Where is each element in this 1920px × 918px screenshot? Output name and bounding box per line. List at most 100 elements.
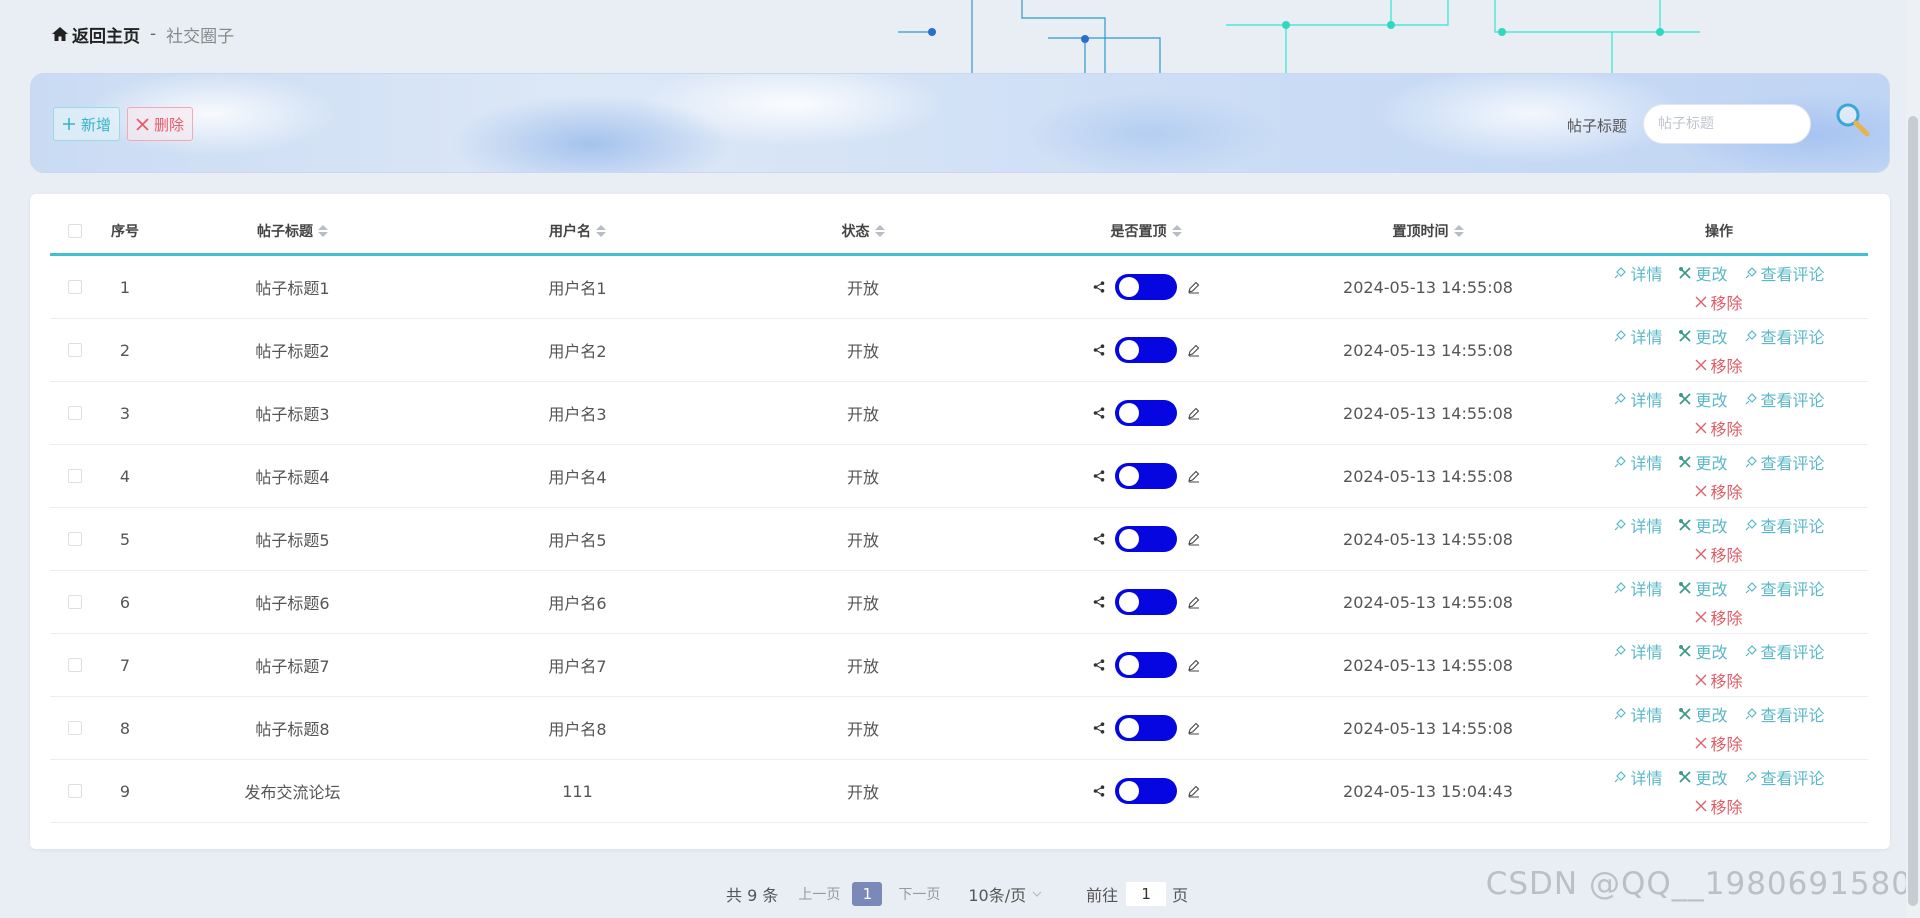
pinned-toggle[interactable] bbox=[1114, 652, 1177, 678]
prev-page-button[interactable]: 上一页 bbox=[798, 884, 840, 904]
table-row: 2 帖子标题2 用户名2 开放 2024-05-13 14:55:08 详情 更… bbox=[50, 319, 1868, 382]
view-comments-button-label: 查看评论 bbox=[1760, 516, 1825, 536]
edit-button[interactable]: 更改 bbox=[1678, 702, 1728, 726]
detail-button[interactable]: 详情 bbox=[1613, 702, 1662, 726]
remove-button[interactable]: 移除 bbox=[1695, 794, 1743, 818]
edit-button[interactable]: 更改 bbox=[1678, 765, 1728, 789]
search-input[interactable] bbox=[1643, 104, 1811, 144]
pinned-toggle[interactable] bbox=[1114, 274, 1177, 300]
header-title[interactable]: 帖子标题 bbox=[150, 221, 435, 241]
row-pin-time: 2024-05-13 14:55:08 bbox=[1343, 466, 1513, 486]
pencil-icon[interactable] bbox=[1187, 596, 1200, 609]
delete-button[interactable]: 删除 bbox=[127, 107, 194, 141]
pencil-icon[interactable] bbox=[1187, 722, 1200, 735]
sort-icon[interactable] bbox=[318, 224, 328, 237]
next-page-button[interactable]: 下一页 bbox=[898, 884, 940, 904]
edit-button[interactable]: 更改 bbox=[1678, 576, 1728, 600]
row-checkbox[interactable] bbox=[68, 658, 82, 672]
edit-button[interactable]: 更改 bbox=[1678, 513, 1728, 537]
pinned-toggle[interactable] bbox=[1114, 589, 1177, 615]
row-status: 开放 bbox=[846, 720, 879, 739]
detail-button[interactable]: 详情 bbox=[1613, 576, 1662, 600]
remove-button[interactable]: 移除 bbox=[1695, 542, 1743, 566]
remove-button[interactable]: 移除 bbox=[1695, 731, 1743, 755]
pinned-toggle[interactable] bbox=[1114, 463, 1177, 489]
pinned-toggle[interactable] bbox=[1114, 400, 1177, 426]
remove-button[interactable]: 移除 bbox=[1695, 353, 1743, 377]
pinned-toggle[interactable] bbox=[1114, 715, 1177, 741]
row-pinned bbox=[1006, 526, 1286, 552]
select-all-checkbox[interactable] bbox=[68, 223, 82, 238]
remove-button[interactable]: 移除 bbox=[1695, 290, 1743, 314]
remove-button[interactable]: 移除 bbox=[1695, 416, 1743, 440]
row-checkbox[interactable] bbox=[68, 721, 82, 735]
view-comments-button[interactable]: 查看评论 bbox=[1744, 387, 1825, 411]
view-comments-button[interactable]: 查看评论 bbox=[1744, 324, 1825, 348]
edit-button[interactable]: 更改 bbox=[1678, 324, 1728, 348]
view-comments-button[interactable]: 查看评论 bbox=[1744, 702, 1825, 726]
edit-button[interactable]: 更改 bbox=[1678, 387, 1728, 411]
header-pin-time[interactable]: 置顶时间 bbox=[1286, 221, 1570, 241]
pagination-total: 共 9 条 bbox=[726, 886, 779, 905]
sort-icon[interactable] bbox=[596, 224, 606, 237]
pinned-toggle[interactable] bbox=[1114, 337, 1177, 363]
detail-button[interactable]: 详情 bbox=[1613, 450, 1662, 474]
row-actions: 详情 更改 查看评论 移除 bbox=[1570, 765, 1868, 818]
row-username: 用户名2 bbox=[548, 342, 607, 361]
row-checkbox[interactable] bbox=[68, 784, 82, 798]
view-comments-button[interactable]: 查看评论 bbox=[1744, 513, 1825, 537]
scrollbar-thumb[interactable] bbox=[1908, 116, 1918, 906]
sort-icon[interactable] bbox=[1171, 224, 1182, 237]
pencil-icon[interactable] bbox=[1187, 281, 1200, 294]
pagination: 共 9 条 上一页 1 下一页 10条/页 前往 页 bbox=[726, 882, 1188, 906]
edit-button[interactable]: 更改 bbox=[1678, 450, 1728, 474]
pencil-icon[interactable] bbox=[1187, 659, 1200, 672]
edit-button[interactable]: 更改 bbox=[1678, 261, 1728, 285]
detail-button[interactable]: 详情 bbox=[1613, 261, 1662, 285]
search-icon[interactable] bbox=[1833, 100, 1873, 140]
view-comments-button[interactable]: 查看评论 bbox=[1744, 261, 1825, 285]
row-checkbox[interactable] bbox=[68, 532, 82, 546]
header-username[interactable]: 用户名 bbox=[435, 221, 720, 241]
add-button[interactable]: 新增 bbox=[53, 107, 121, 141]
detail-button[interactable]: 详情 bbox=[1613, 765, 1662, 789]
detail-button[interactable]: 详情 bbox=[1613, 324, 1662, 348]
row-checkbox[interactable] bbox=[68, 595, 82, 609]
detail-button[interactable]: 详情 bbox=[1613, 513, 1662, 537]
row-pin-time: 2024-05-13 14:55:08 bbox=[1343, 403, 1513, 423]
view-comments-button[interactable]: 查看评论 bbox=[1744, 450, 1825, 474]
row-checkbox[interactable] bbox=[68, 343, 82, 357]
page-1-button[interactable]: 1 bbox=[852, 882, 883, 906]
view-comments-button[interactable]: 查看评论 bbox=[1744, 765, 1825, 789]
header-pinned[interactable]: 是否置顶 bbox=[1006, 221, 1286, 241]
wrench-icon bbox=[1679, 770, 1692, 783]
pencil-icon[interactable] bbox=[1187, 533, 1200, 546]
view-comments-button[interactable]: 查看评论 bbox=[1744, 639, 1825, 663]
pencil-icon[interactable] bbox=[1187, 785, 1200, 798]
row-status: 开放 bbox=[846, 657, 879, 676]
row-checkbox[interactable] bbox=[68, 280, 82, 294]
remove-button[interactable]: 移除 bbox=[1695, 479, 1743, 503]
goto-prefix: 前往 bbox=[1086, 886, 1119, 905]
header-status[interactable]: 状态 bbox=[720, 221, 1006, 241]
row-checkbox[interactable] bbox=[68, 406, 82, 420]
pencil-icon[interactable] bbox=[1187, 344, 1200, 357]
sort-icon[interactable] bbox=[874, 224, 885, 237]
scrollbar-track[interactable] bbox=[1906, 0, 1920, 918]
detail-button[interactable]: 详情 bbox=[1613, 387, 1662, 411]
detail-button[interactable]: 详情 bbox=[1613, 639, 1662, 663]
pencil-icon[interactable] bbox=[1187, 470, 1200, 483]
edit-button[interactable]: 更改 bbox=[1678, 639, 1728, 663]
goto-page-input[interactable] bbox=[1126, 882, 1167, 906]
remove-button[interactable]: 移除 bbox=[1695, 668, 1743, 692]
toggle-knob bbox=[1118, 718, 1139, 738]
pinned-toggle[interactable] bbox=[1114, 778, 1177, 804]
view-comments-button[interactable]: 查看评论 bbox=[1744, 576, 1825, 600]
pencil-icon[interactable] bbox=[1187, 407, 1200, 420]
sort-icon[interactable] bbox=[1453, 224, 1464, 237]
page-size-select[interactable]: 10条/页 bbox=[968, 882, 1042, 906]
row-checkbox[interactable] bbox=[68, 469, 82, 483]
pinned-toggle[interactable] bbox=[1114, 526, 1177, 552]
remove-button[interactable]: 移除 bbox=[1695, 605, 1743, 629]
home-link[interactable]: 返回主页 bbox=[52, 22, 140, 47]
